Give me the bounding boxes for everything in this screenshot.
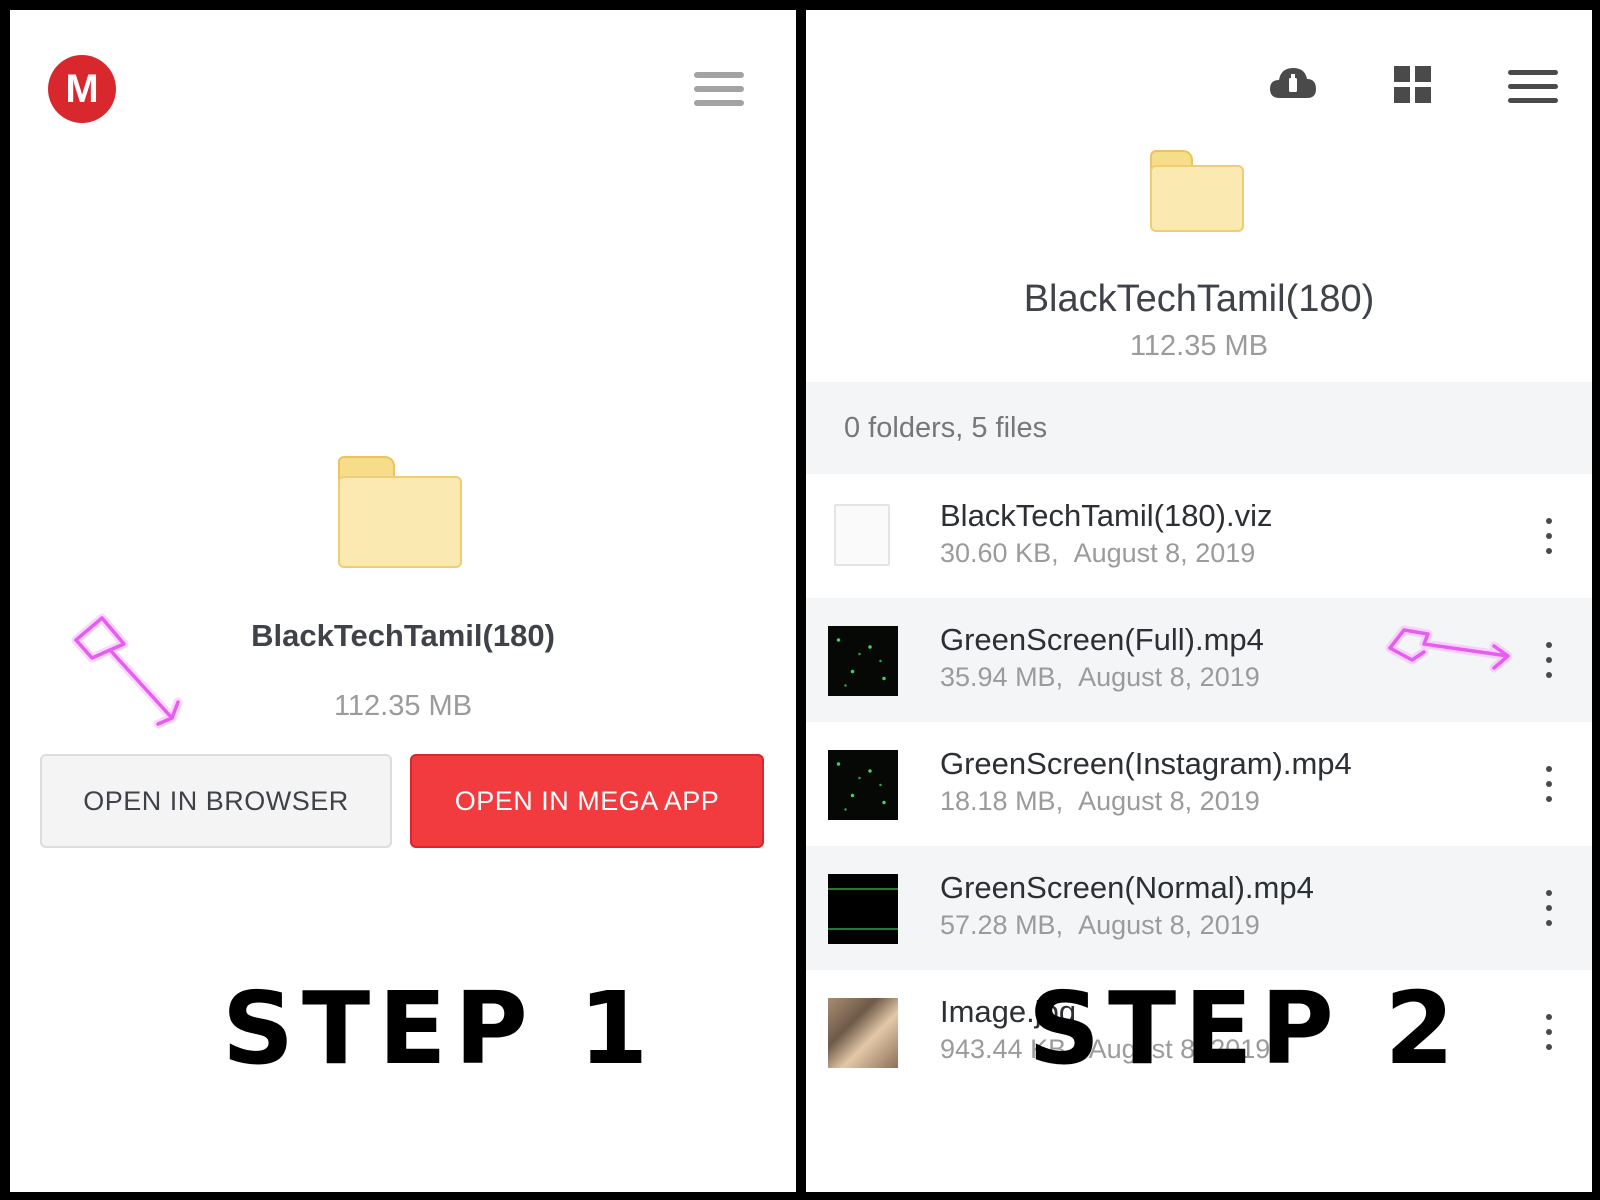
folder-icon [1150, 150, 1244, 232]
folder-icon [338, 456, 462, 568]
file-name: BlackTechTamil(180).viz [940, 498, 1273, 533]
file-size: 30.60 KB, [940, 538, 1059, 568]
step-2-label: STEP 2 [1028, 970, 1463, 1087]
more-options-icon[interactable] [1542, 890, 1556, 926]
open-in-browser-button[interactable]: OPEN IN BROWSER [40, 754, 392, 848]
video-thumbnail [828, 750, 898, 820]
file-date: August 8, 2019 [1073, 538, 1256, 568]
step-1-label: STEP 1 [222, 970, 657, 1087]
more-options-icon[interactable] [1542, 1014, 1556, 1050]
grid-view-icon[interactable] [1394, 66, 1432, 104]
folder-size: 112.35 MB [1129, 330, 1269, 362]
file-size: 57.28 MB, [940, 910, 1064, 940]
more-options-icon[interactable] [1542, 518, 1556, 554]
annotation-arrow-icon [71, 613, 183, 729]
file-date: August 8, 2019 [1078, 662, 1260, 692]
mega-logo-letter: M [65, 66, 99, 111]
file-meta: 30.60 KB, August 8, 2019 [940, 538, 1255, 569]
file-date: August 8, 2019 [1078, 910, 1260, 940]
step1-panel: M BlackTechTamil(180) 112.35 MB OPEN IN … [10, 10, 796, 1192]
file-size: 35.94 MB, [940, 662, 1064, 692]
more-options-icon[interactable] [1542, 642, 1556, 678]
file-date: August 8, 2019 [1078, 786, 1260, 816]
file-name: GreenScreen(Full).mp4 [940, 622, 1264, 657]
file-meta: 35.94 MB, August 8, 2019 [940, 662, 1260, 693]
summary-text: 0 folders, 5 files [844, 411, 1048, 444]
cloud-download-icon[interactable] [1268, 62, 1318, 102]
more-options-icon[interactable] [1542, 766, 1556, 802]
open-in-mega-app-button[interactable]: OPEN IN MEGA APP [410, 754, 764, 848]
file-meta: 57.28 MB, August 8, 2019 [940, 910, 1260, 941]
folder-name: BlackTechTamil(180) [1023, 278, 1375, 320]
file-name: GreenScreen(Instagram).mp4 [940, 746, 1352, 781]
video-thumbnail [828, 874, 898, 944]
file-row[interactable]: GreenScreen(Normal).mp4 57.28 MB, August… [806, 846, 1592, 970]
step2-panel: BlackTechTamil(180) 112.35 MB 0 folders,… [806, 10, 1592, 1192]
folder-summary: 0 folders, 5 files [806, 382, 1592, 474]
file-size: 18.18 MB, [940, 786, 1064, 816]
file-name: GreenScreen(Normal).mp4 [940, 870, 1314, 905]
file-meta: 18.18 MB, August 8, 2019 [940, 786, 1260, 817]
hamburger-menu-icon[interactable] [1508, 70, 1558, 104]
file-row[interactable]: BlackTechTamil(180).viz 30.60 KB, August… [806, 474, 1592, 598]
mega-logo-icon[interactable]: M [48, 55, 116, 123]
hamburger-menu-icon[interactable] [694, 72, 744, 106]
video-thumbnail [828, 626, 898, 696]
image-thumbnail [828, 998, 898, 1068]
file-icon [834, 504, 890, 566]
annotation-arrow-icon [1385, 625, 1513, 673]
file-row[interactable]: GreenScreen(Instagram).mp4 18.18 MB, Aug… [806, 722, 1592, 846]
